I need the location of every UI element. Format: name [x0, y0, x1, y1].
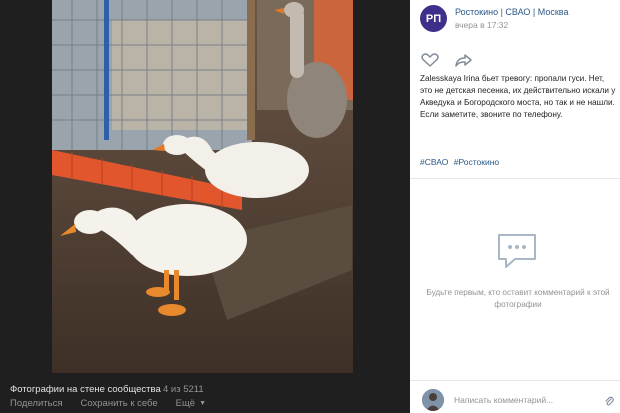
photo-counter: 4 из 5211 — [163, 384, 204, 395]
comment-bar: Написать комментарий... — [410, 380, 620, 413]
avatar-text: РП — [425, 12, 442, 25]
more-label: Ещё — [175, 398, 196, 409]
hashtag-link[interactable]: #Ростокино — [454, 157, 499, 167]
reaction-row — [420, 52, 488, 68]
post-text: Zalesskaya Irina бьет тревогу: пропали г… — [420, 74, 616, 119]
photo-actions: Поделиться Сохранить к себе Ещё ▼ — [10, 398, 224, 409]
user-avatar[interactable] — [422, 389, 444, 411]
like-icon[interactable] — [420, 52, 440, 68]
share-icon[interactable] — [454, 52, 474, 68]
hashtag-link[interactable]: #СВАО — [420, 157, 448, 167]
empty-comments-text: Будьте первым, кто оставит комментарий к… — [426, 288, 610, 309]
comment-input[interactable]: Написать комментарий... — [454, 395, 553, 405]
more-button[interactable]: Ещё ▼ — [176, 398, 206, 409]
group-name-link[interactable]: Ростокино | СВАО | Москва — [455, 7, 569, 17]
photo-geese[interactable] — [52, 0, 353, 373]
viewer-footer: Фотографии на стене сообщества 4 из 5211… — [0, 380, 410, 413]
chevron-down-icon: ▼ — [199, 400, 207, 407]
post-time[interactable]: вчера в 17:32 — [455, 20, 508, 30]
info-panel: РП Ростокино | СВАО | Москва вчера в 17:… — [410, 0, 620, 413]
attach-icon[interactable] — [604, 395, 614, 407]
divider — [410, 178, 620, 179]
save-button[interactable]: Сохранить к себе — [80, 398, 157, 409]
photo-viewer: Фотографии на стене сообщества 4 из 5211… — [0, 0, 410, 413]
comments-icon — [498, 234, 536, 268]
album-title[interactable]: Фотографии на стене сообщества — [10, 384, 161, 395]
group-avatar[interactable]: РП — [420, 5, 447, 32]
share-button[interactable]: Поделиться — [10, 398, 62, 409]
post-tags: #СВАО #Ростокино — [420, 157, 502, 167]
